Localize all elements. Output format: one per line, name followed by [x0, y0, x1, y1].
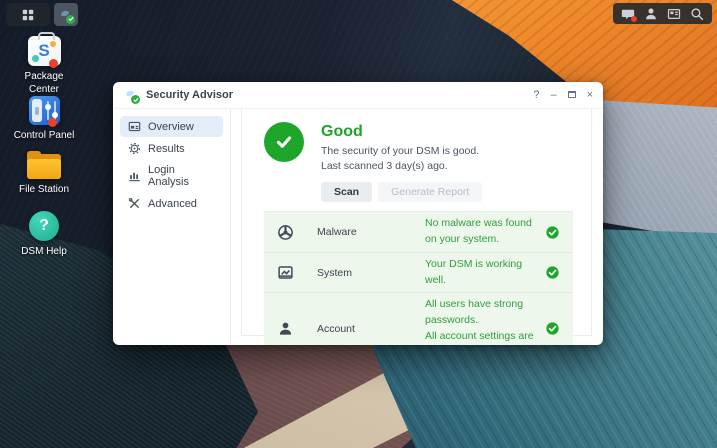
overview-panel: Good The security of your DSM is good. L… [241, 109, 592, 336]
status-title: Good [321, 123, 482, 141]
check-message: All users have strong passwords. [425, 297, 538, 329]
file-station-icon [27, 152, 61, 179]
dsm-help-icon: ? [29, 211, 59, 241]
desktop-icon-label: File Station [6, 184, 82, 197]
check-label: Account [317, 323, 425, 335]
window-titlebar[interactable]: Security Advisor ? – × [113, 82, 603, 109]
main-menu-grid-icon [21, 8, 35, 22]
security-advisor-window: Security Advisor ? – × Overview Results [113, 82, 603, 345]
security-advisor-icon [58, 7, 74, 23]
check-message: All account settings are good. [425, 329, 538, 345]
main-menu-button[interactable] [6, 3, 50, 26]
package-center-badge [49, 59, 58, 68]
system-icon [277, 264, 294, 281]
login-analysis-icon [128, 170, 141, 183]
desktop-icon-dsm-help[interactable]: ? DSM Help [6, 211, 82, 259]
desktop-icon-label: Control Panel [6, 130, 82, 143]
close-button[interactable]: × [587, 90, 593, 101]
scan-button[interactable]: Scan [321, 182, 372, 202]
status-line-1: The security of your DSM is good. [321, 144, 482, 159]
maximize-button[interactable] [568, 90, 576, 101]
generate-report-button[interactable]: Generate Report [378, 182, 482, 202]
status-line-2: Last scanned 3 day(s) ago. [321, 159, 482, 174]
malware-icon [277, 224, 294, 241]
check-row-account[interactable]: Account All users have strong passwords.… [264, 293, 573, 345]
overview-icon [128, 120, 141, 133]
check-label: System [317, 267, 425, 279]
system-tray [613, 3, 712, 24]
desktop: S Package Center Control Panel File Stat… [0, 0, 717, 448]
sidebar: Overview Results Login Analysis Advanced [113, 109, 231, 345]
maximize-icon [568, 91, 576, 98]
results-icon [128, 142, 141, 155]
check-label: Malware [317, 226, 425, 238]
sidebar-item-results[interactable]: Results [120, 138, 223, 159]
sidebar-item-overview[interactable]: Overview [120, 116, 223, 137]
control-panel-icon [29, 96, 60, 125]
help-button[interactable]: ? [533, 90, 539, 101]
taskbar-security-advisor-button[interactable] [54, 3, 78, 26]
check-ok-icon [546, 266, 559, 279]
desktop-icon-file-station[interactable]: File Station [6, 152, 82, 197]
desktop-icon-package-center[interactable]: S Package Center [6, 36, 82, 96]
security-advisor-icon [123, 87, 139, 103]
check-message: Your DSM is working well. [425, 257, 538, 289]
check-row-system[interactable]: System Your DSM is working well. [264, 253, 573, 294]
check-ok-icon [546, 226, 559, 239]
sidebar-item-label: Login Analysis [148, 164, 215, 188]
security-status: Good The security of your DSM is good. L… [242, 109, 591, 202]
package-center-icon: S [28, 36, 61, 66]
check-row-malware[interactable]: Malware No malware was found on your sys… [264, 211, 573, 253]
notifications-icon[interactable] [621, 7, 635, 21]
sidebar-item-label: Overview [148, 121, 194, 133]
widgets-icon[interactable] [667, 7, 681, 21]
sidebar-item-label: Results [148, 143, 185, 155]
check-message: No malware was found on your system. [425, 216, 538, 248]
notification-badge [631, 16, 637, 22]
account-icon [277, 320, 294, 337]
minimize-button[interactable]: – [550, 90, 556, 101]
search-icon[interactable] [690, 7, 704, 21]
security-checklist: Malware No malware was found on your sys… [264, 211, 573, 345]
sidebar-item-label: Advanced [148, 198, 197, 210]
status-check-icon [264, 122, 304, 162]
window-title: Security Advisor [146, 89, 233, 101]
user-icon[interactable] [644, 7, 658, 21]
advanced-icon [128, 197, 141, 210]
sidebar-item-login-analysis[interactable]: Login Analysis [120, 160, 223, 192]
check-ok-icon [546, 322, 559, 335]
desktop-icon-label: Package Center [15, 71, 73, 96]
desktop-icon-control-panel[interactable]: Control Panel [6, 96, 82, 143]
control-panel-badge [48, 118, 57, 127]
sidebar-item-advanced[interactable]: Advanced [120, 193, 223, 214]
desktop-icon-label: DSM Help [6, 246, 82, 259]
